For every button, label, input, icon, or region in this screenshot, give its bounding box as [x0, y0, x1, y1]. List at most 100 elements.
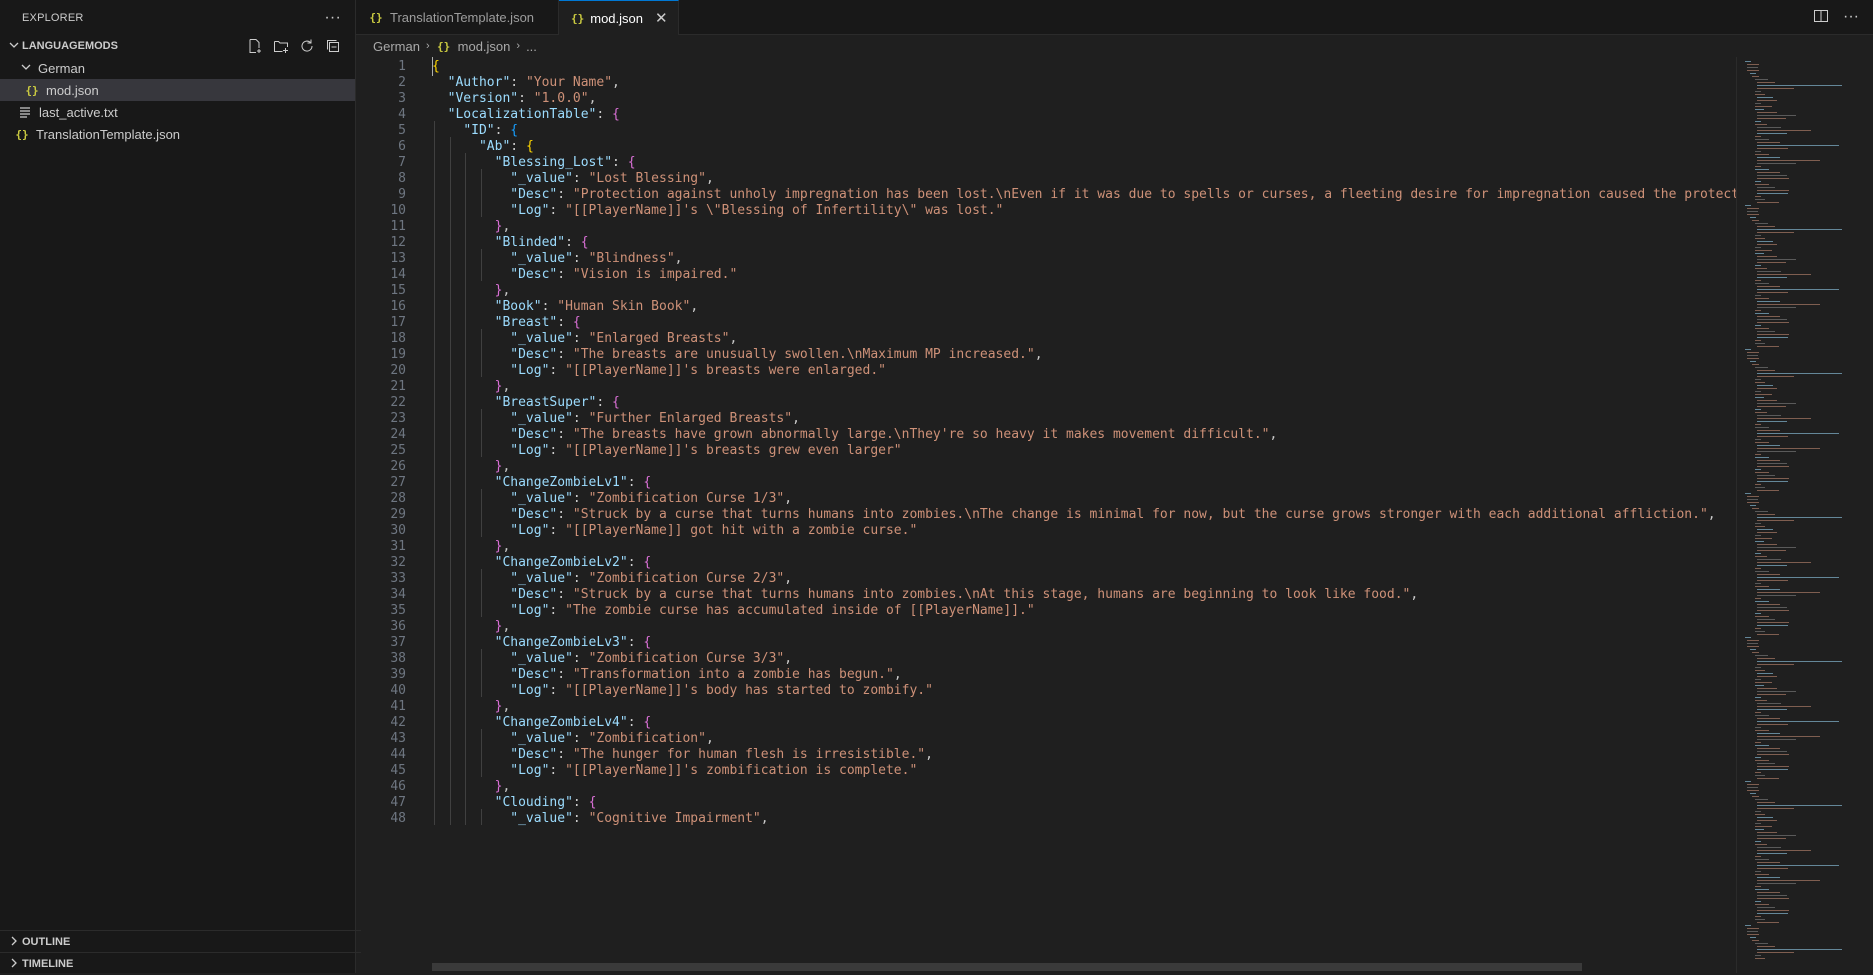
minimap-line — [1757, 577, 1839, 578]
breadcrumb-more[interactable]: ... — [526, 39, 537, 54]
minimap-line — [1757, 172, 1780, 173]
code-token: { — [572, 315, 581, 330]
minimap-line — [1754, 586, 1769, 587]
horizontal-scrollbar[interactable] — [432, 963, 1582, 971]
minimap-line — [1754, 943, 1768, 944]
tree-file-last-active[interactable]: last_active.txt — [0, 101, 355, 123]
minimap-line — [1754, 655, 1768, 656]
minimap-line — [1747, 784, 1760, 785]
minimap-line — [1757, 286, 1780, 287]
minimap-line — [1757, 400, 1777, 401]
minimap-line — [1754, 280, 1761, 281]
code-token: , — [792, 411, 800, 426]
minimap-line — [1757, 952, 1794, 953]
minimap-line — [1752, 364, 1759, 365]
minimap-line — [1757, 127, 1781, 128]
tab-label: TranslationTemplate.json — [390, 10, 535, 25]
minimap-line — [1757, 415, 1781, 416]
minimap-line — [1754, 343, 1766, 344]
json-file-icon: {} — [571, 11, 585, 25]
minimap-line — [1757, 421, 1787, 422]
minimap-line — [1757, 529, 1773, 530]
refresh-icon[interactable] — [297, 36, 317, 56]
minimap-line — [1757, 337, 1788, 338]
minimap-line — [1757, 118, 1786, 119]
minimap-line — [1754, 124, 1767, 125]
tab-translation-template[interactable]: {} TranslationTemplate.json — [356, 0, 559, 35]
minimap-line — [1757, 292, 1788, 293]
code-token: "_value" — [510, 331, 573, 346]
minimap-line — [1757, 289, 1839, 290]
code-token: : — [557, 507, 573, 522]
minimap-line — [1757, 604, 1780, 605]
minimap-line — [1754, 829, 1765, 830]
tree-file-translation-template[interactable]: {} TranslationTemplate.json — [0, 123, 355, 145]
new-file-icon[interactable] — [245, 36, 265, 56]
code-line[interactable]: 48 "_value": "Cognitive Impairment", — [356, 809, 1736, 828]
timeline-section-header[interactable]: TIMELINE — [0, 952, 361, 975]
minimap-line — [1754, 409, 1761, 410]
minimap[interactable] — [1736, 57, 1862, 973]
outline-section-header[interactable]: OUTLINE — [0, 930, 361, 953]
code-token: : — [557, 315, 573, 330]
minimap-line — [1754, 685, 1765, 686]
ellipsis-icon[interactable]: ··· — [1843, 8, 1859, 26]
minimap-line — [1754, 253, 1765, 254]
minimap-line — [1754, 223, 1768, 224]
minimap-line — [1754, 871, 1761, 872]
minimap-line — [1754, 439, 1761, 440]
breadcrumb-folder[interactable]: German — [373, 39, 420, 54]
minimap-line — [1754, 697, 1761, 698]
tree-folder-german[interactable]: German — [0, 57, 355, 79]
collapse-all-icon[interactable] — [323, 36, 343, 56]
code-token: "ID" — [463, 123, 495, 138]
vertical-scrollbar[interactable] — [1861, 57, 1873, 973]
chevron-right-icon: › — [425, 40, 430, 52]
close-icon[interactable]: ✕ — [655, 9, 668, 27]
minimap-line — [1747, 496, 1760, 497]
minimap-line — [1757, 877, 1780, 878]
code-token: "Transformation into a zombie has begun.… — [572, 667, 894, 682]
code-token: : — [572, 411, 589, 426]
code-token: , — [784, 651, 793, 666]
code-token: "_value" — [510, 731, 573, 746]
code-token: , — [893, 667, 902, 682]
code-token: { — [643, 555, 652, 570]
minimap-line — [1747, 646, 1760, 647]
tab-mod-json[interactable]: {} mod.json ✕ — [559, 0, 679, 35]
code-editor[interactable]: 1{2 "Author": "Your Name", 3 "Version": "… — [356, 57, 1736, 973]
ellipsis-icon[interactable]: ··· — [324, 9, 341, 27]
minimap-line — [1757, 949, 1842, 950]
code-token: { — [525, 139, 534, 154]
minimap-line — [1747, 643, 1758, 644]
json-file-icon: {} — [25, 83, 39, 97]
code-token: , — [1410, 587, 1419, 602]
code-token: : — [494, 123, 511, 138]
minimap-line — [1757, 673, 1773, 674]
tree-file-mod-json[interactable]: {} mod.json — [0, 79, 355, 101]
code-token: "[[PlayerName]]'s breasts grew even larg… — [565, 443, 902, 458]
minimap-line — [1749, 361, 1756, 362]
minimap-line — [1757, 460, 1780, 461]
code-token: : — [557, 427, 573, 442]
workspace-section-header[interactable]: LANGUAGEMODS — [0, 35, 355, 57]
new-folder-icon[interactable] — [271, 36, 291, 56]
minimap-line — [1749, 505, 1756, 506]
split-editor-icon[interactable] — [1813, 8, 1829, 27]
minimap-line — [1757, 448, 1820, 449]
minimap-line — [1757, 589, 1780, 590]
minimap-line — [1757, 847, 1781, 848]
breadcrumb-file[interactable]: mod.json — [458, 39, 511, 54]
